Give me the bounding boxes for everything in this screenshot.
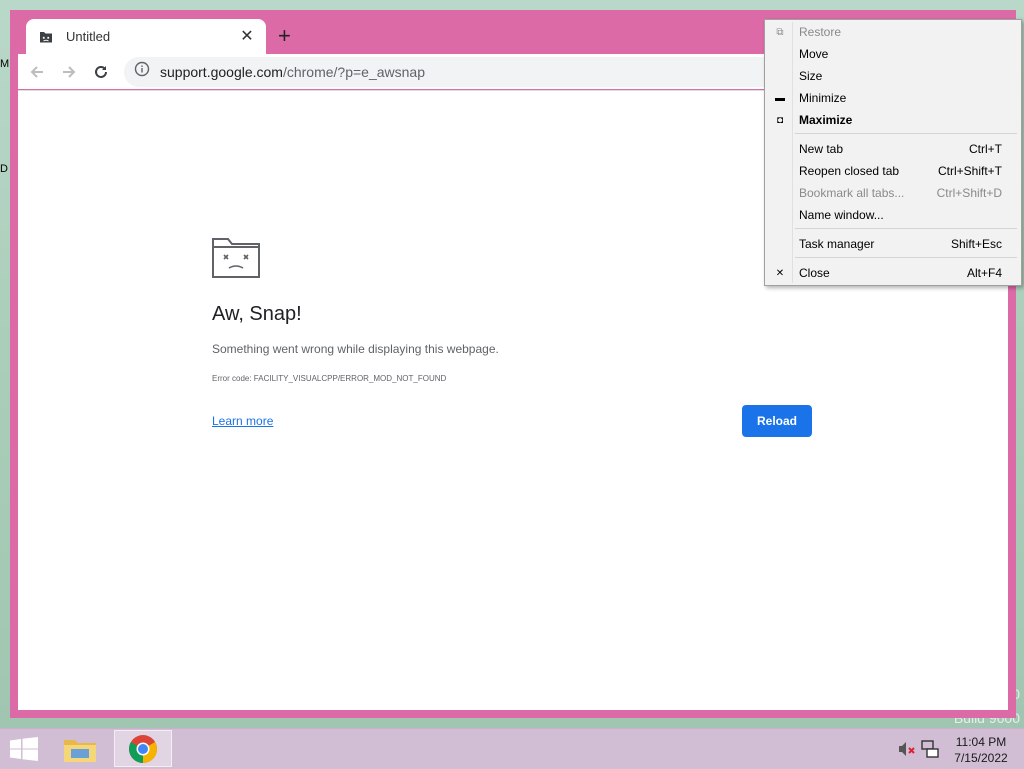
url-text: support.google.com/chrome/?p=e_awsnap — [160, 64, 425, 80]
menu-item-label: Restore — [799, 25, 842, 39]
info-icon[interactable] — [134, 61, 150, 82]
menu-item-shortcut: Ctrl+T — [969, 142, 1002, 156]
clock-date: 7/15/2022 — [954, 751, 1008, 765]
window-system-menu: ⧉ Restore Move Size ▬ Minimize ◘ Maximize New ta… — [764, 19, 1022, 286]
learn-more-link[interactable]: Learn more — [212, 414, 273, 428]
menu-item-label: Maximize — [799, 113, 853, 127]
minimize-icon: ▬ — [775, 92, 785, 104]
menu-item-label: Bookmark all tabs... — [799, 186, 905, 200]
browser-tab[interactable]: Untitled ✕ — [26, 19, 266, 54]
menu-item-name-window[interactable]: Name window... — [765, 204, 1021, 226]
menu-item-restore[interactable]: ⧉ Restore — [765, 21, 1021, 43]
menu-item-move[interactable]: Move — [765, 43, 1021, 65]
menu-item-label: Size — [799, 69, 823, 83]
url-host: support.google.com — [160, 63, 283, 80]
menu-item-close[interactable]: ✕ Close Alt+F4 — [765, 262, 1021, 284]
menu-separator — [795, 228, 1017, 229]
menu-separator — [795, 257, 1017, 258]
menu-item-task-manager[interactable]: Task manager Shift+Esc — [765, 233, 1021, 255]
system-clock[interactable]: 11:04 PM 7/15/2022 — [946, 734, 1016, 766]
desktop-icon-label: M — [0, 58, 10, 70]
menu-item-shortcut: Ctrl+Shift+T — [937, 164, 1002, 178]
menu-item-minimize[interactable]: ▬ Minimize — [765, 87, 1021, 109]
menu-item-new-tab[interactable]: New tab Ctrl+T — [765, 138, 1021, 160]
menu-item-shortcut: Shift+Esc — [950, 237, 1002, 251]
sad-tab-icon — [38, 29, 54, 45]
close-icon: ✕ — [775, 267, 785, 279]
reload-button[interactable]: Reload — [742, 405, 812, 437]
menu-item-bookmark-all-tabs[interactable]: Bookmark all tabs... Ctrl+Shift+D — [765, 182, 1021, 204]
menu-item-label: Close — [799, 266, 830, 280]
menu-item-label: Move — [799, 47, 829, 61]
menu-item-label: Reopen closed tab — [799, 164, 900, 178]
menu-item-shortcut: Alt+F4 — [966, 266, 1002, 280]
url-path: /chrome/?p=e_awsnap — [282, 63, 426, 80]
windows-start-icon[interactable] — [10, 737, 38, 766]
back-arrow-icon[interactable] — [24, 59, 50, 85]
new-tab-button[interactable]: + — [278, 23, 291, 49]
speaker-muted-icon[interactable] — [898, 741, 916, 762]
menu-item-reopen-closed-tab[interactable]: Reopen closed tab Ctrl+Shift+T — [765, 160, 1021, 182]
network-icon[interactable] — [921, 740, 939, 763]
reload-icon[interactable] — [88, 59, 114, 85]
sad-folder-icon — [212, 238, 260, 283]
tab-title: Untitled — [66, 29, 111, 44]
menu-item-label: New tab — [799, 142, 844, 156]
taskbar: 11:04 PM 7/15/2022 — [0, 728, 1024, 769]
file-explorer-icon[interactable] — [62, 734, 98, 769]
restore-icon: ⧉ — [776, 26, 784, 38]
maximize-icon: ◘ — [776, 114, 784, 126]
error-code: Error code: FACILITY_VISUALCPP/ERROR_MOD… — [212, 374, 447, 383]
chrome-icon[interactable] — [114, 730, 172, 767]
menu-item-label: Minimize — [799, 91, 847, 105]
close-tab-icon[interactable]: ✕ — [238, 28, 256, 45]
error-description: Something went wrong while displaying th… — [212, 342, 499, 356]
menu-item-label: Task manager — [799, 237, 875, 251]
menu-item-shortcut: Ctrl+Shift+D — [936, 186, 1002, 200]
menu-separator — [795, 133, 1017, 134]
menu-item-label: Name window... — [799, 208, 884, 222]
forward-arrow-icon[interactable] — [56, 59, 82, 85]
clock-time: 11:04 PM — [955, 735, 1007, 749]
error-title: Aw, Snap! — [212, 303, 302, 325]
desktop-icon-label: D — [0, 163, 8, 175]
menu-item-size[interactable]: Size — [765, 65, 1021, 87]
menu-item-maximize[interactable]: ◘ Maximize — [765, 109, 1021, 131]
